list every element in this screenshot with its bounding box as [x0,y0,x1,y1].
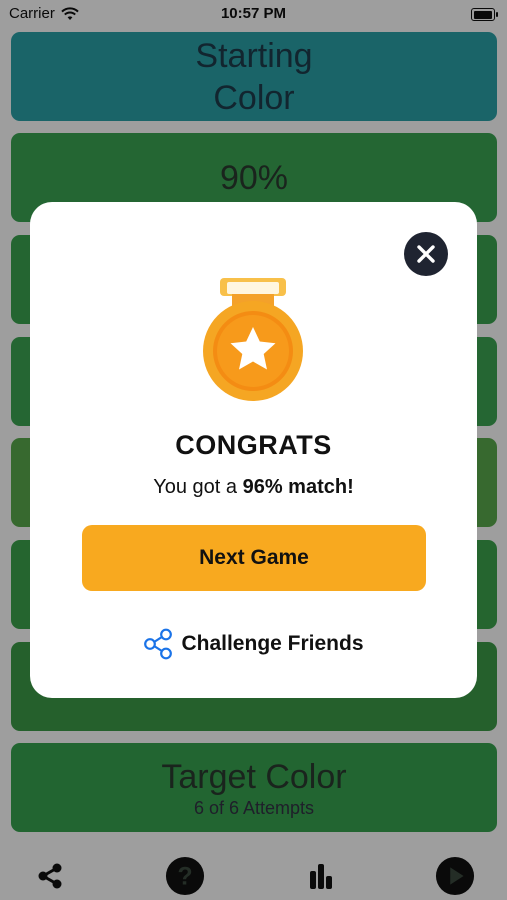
medal-icon [203,278,303,401]
share-icon [144,628,173,660]
challenge-friends-label: Challenge Friends [181,632,364,655]
match-value: 96% match! [242,476,354,498]
match-text: You got a 96% match! [30,476,477,499]
congrats-title: CONGRATS [175,430,332,460]
close-button[interactable] [404,232,448,276]
congrats-modal: CONGRATS You got a 96% match! Next Game … [30,202,477,698]
challenge-friends-button[interactable]: Challenge Friends [30,626,477,662]
match-prefix: You got a [153,476,243,498]
close-icon [417,245,435,263]
next-game-button[interactable]: Next Game [82,525,426,591]
